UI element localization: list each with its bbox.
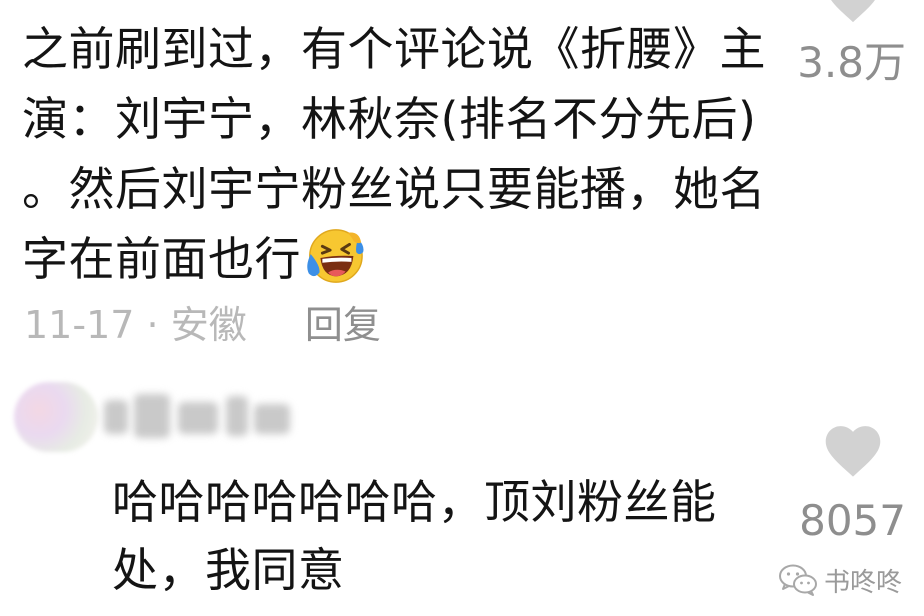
comment-text: 之前刷到过，有个评论说《折腰》主演：刘宇宁，林秋奈(排名不分先后) 。然后刘宇宁… bbox=[22, 14, 792, 294]
comment-date: 11-17 bbox=[24, 303, 135, 347]
like-heart-icon[interactable] bbox=[820, 418, 886, 478]
comment-meta: 11-17 · 安徽 回复 bbox=[24, 300, 381, 350]
avatar[interactable] bbox=[14, 382, 98, 452]
like-count: 8057 bbox=[799, 496, 906, 545]
reply-button[interactable]: 回复 bbox=[305, 303, 381, 347]
comment-location: 安徽 bbox=[170, 303, 247, 347]
username-blurred[interactable] bbox=[104, 392, 294, 444]
like-count: 3.8万 bbox=[797, 38, 906, 87]
wechat-icon bbox=[778, 564, 817, 596]
comment-list: 3.8万 之前刷到过，有个评论说《折腰》主演：刘宇宁，林秋奈(排名不分先后) 。… bbox=[0, 0, 924, 616]
meta-separator: · bbox=[146, 303, 159, 347]
laughing-crying-face-icon bbox=[307, 229, 364, 283]
watermark-text: 书咚咚 bbox=[823, 567, 902, 598]
comment-text: 哈哈哈哈哈哈哈，顶刘粉丝能处，我同意 bbox=[112, 475, 717, 597]
comment-body: 之前刷到过，有个评论说《折腰》主演：刘宇宁，林秋奈(排名不分先后) 。然后刘宇宁… bbox=[22, 22, 766, 286]
watermark: 书咚咚 bbox=[778, 560, 902, 600]
like-heart-icon[interactable] bbox=[822, 0, 884, 26]
